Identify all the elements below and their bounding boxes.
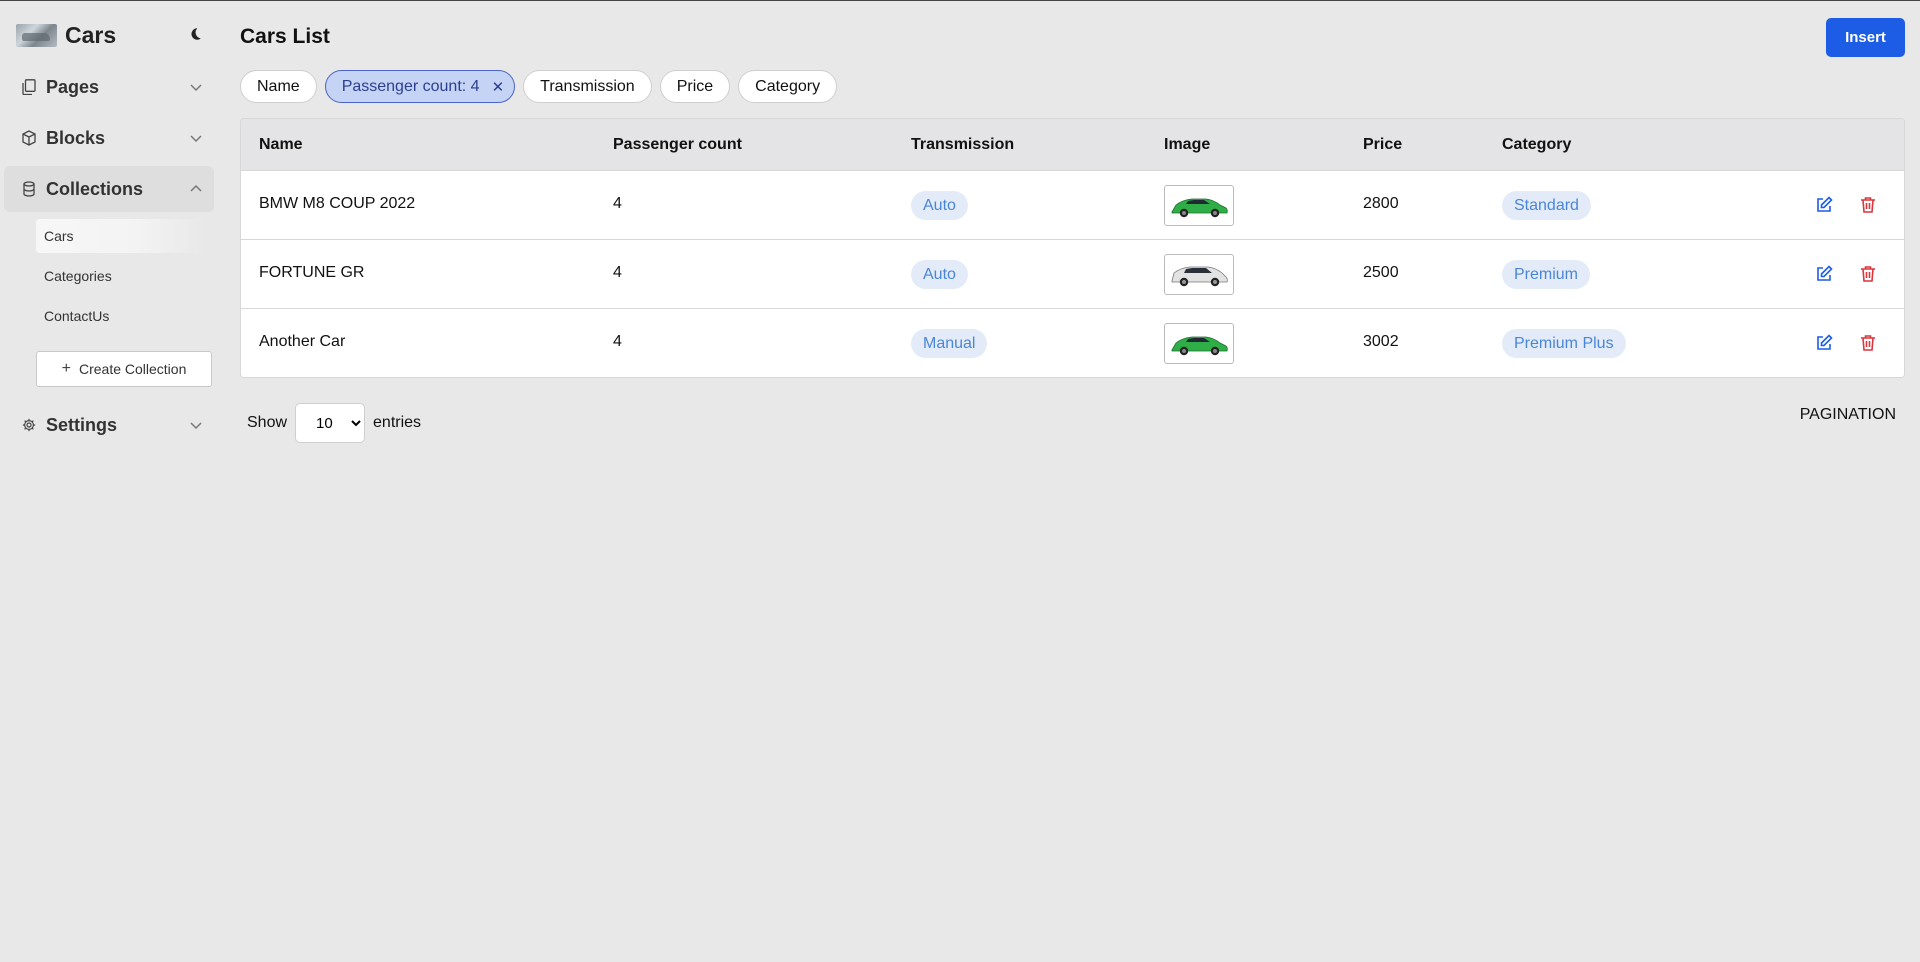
entries-label: entries [373, 414, 422, 431]
cell-name: BMW M8 COUP 2022 [259, 195, 416, 212]
car-image [1171, 198, 1228, 217]
sidebar-item-label: ContactUs [44, 308, 110, 324]
brand-title: Cars [65, 21, 117, 48]
show-label: Show [247, 414, 288, 431]
column-header-image[interactable]: Image [1164, 136, 1210, 154]
plus-icon: + [61, 360, 71, 377]
edit-icon[interactable] [1814, 195, 1834, 215]
chevron-down-icon [188, 130, 204, 146]
sidebar-item-contactus[interactable]: ContactUs [36, 299, 206, 333]
sidebar-item-label: Cars [44, 228, 74, 244]
edit-icon[interactable] [1814, 264, 1834, 284]
filter-chip-label: Transmission [540, 77, 635, 95]
trash-icon[interactable] [1858, 333, 1878, 353]
filter-chip-price[interactable]: Price [659, 70, 731, 103]
cell-name: Another Car [259, 333, 346, 350]
table-row[interactable]: BMW M8 COUP 2022 4 Auto 2800 Standard [241, 171, 1904, 240]
sidebar-section-label: Pages [46, 76, 100, 97]
cell-price: 2800 [1363, 195, 1399, 212]
moon-icon[interactable] [186, 25, 204, 43]
filter-chip-label: Price [676, 77, 714, 95]
cell-price: 3002 [1363, 333, 1399, 350]
sidebar-item-categories[interactable]: Categories [36, 259, 206, 293]
pages-icon [20, 78, 38, 96]
page-size-control: Show 10 entries [247, 403, 421, 443]
filter-chip-label: Category [755, 77, 821, 95]
trash-icon[interactable] [1858, 195, 1878, 215]
close-icon[interactable]: ✕ [492, 78, 505, 96]
sidebar-section-collections[interactable]: Collections [4, 166, 214, 212]
cars-table: Name Passenger count Transmission Image … [240, 118, 1905, 378]
filter-chip-name[interactable]: Name [240, 70, 317, 103]
cell-price: 2500 [1363, 264, 1399, 281]
chevron-down-icon [188, 417, 204, 433]
sidebar-section-label: Collections [46, 178, 144, 199]
trash-icon[interactable] [1858, 264, 1878, 284]
category-badge: Standard [1502, 191, 1591, 220]
edit-icon[interactable] [1814, 333, 1834, 353]
filter-chip-passenger-count[interactable]: Passenger count: 4 ✕ [324, 70, 516, 103]
sidebar-section-blocks[interactable]: Blocks [4, 115, 214, 161]
sidebar: Cars Pages Blocks Collections Cars Categ… [0, 1, 220, 962]
brand: Cars [16, 21, 216, 49]
sidebar-item-label: Categories [44, 268, 112, 284]
car-thumbnail[interactable] [1164, 323, 1234, 364]
table-row[interactable]: Another Car 4 Manual 3002 Premium Plus [241, 309, 1904, 377]
sidebar-section-settings[interactable]: Settings [4, 402, 214, 448]
pagination[interactable]: PAGINATION [1800, 406, 1896, 424]
insert-button[interactable]: Insert [1826, 18, 1905, 57]
car-thumbnail[interactable] [1164, 254, 1234, 295]
column-header-transmission[interactable]: Transmission [911, 136, 1014, 154]
filter-bar: Name Passenger count: 4 ✕ Transmission P… [240, 70, 838, 103]
cell-name: FORTUNE GR [259, 264, 365, 281]
sidebar-section-pages[interactable]: Pages [4, 64, 214, 110]
column-header-category[interactable]: Category [1502, 136, 1571, 154]
transmission-badge: Auto [911, 191, 968, 220]
category-badge: Premium [1502, 260, 1591, 289]
database-icon [20, 180, 38, 198]
category-badge: Premium Plus [1502, 329, 1626, 358]
chevron-down-icon [188, 79, 204, 95]
sidebar-item-cars[interactable]: Cars [36, 219, 206, 253]
column-header-name[interactable]: Name [259, 136, 303, 154]
car-image [1171, 336, 1228, 355]
transmission-badge: Auto [911, 260, 968, 289]
filter-chip-transmission[interactable]: Transmission [523, 70, 652, 103]
filter-chip-label: Passenger count: 4 [341, 77, 480, 95]
filter-chip-category[interactable]: Category [738, 70, 838, 103]
brand-logo [16, 23, 57, 47]
sidebar-section-label: Blocks [46, 127, 106, 148]
entries-select[interactable]: 10 [295, 403, 366, 443]
transmission-badge: Manual [911, 329, 988, 358]
table-row[interactable]: FORTUNE GR 4 Auto 2500 Premium [241, 240, 1904, 309]
column-header-passenger-count[interactable]: Passenger count [613, 136, 742, 154]
chevron-up-icon [188, 181, 204, 197]
cell-passengers: 4 [613, 333, 622, 350]
sidebar-section-label: Settings [46, 414, 118, 435]
cell-passengers: 4 [613, 195, 622, 212]
page-title: Cars List [240, 25, 330, 48]
column-header-price[interactable]: Price [1363, 136, 1402, 154]
cell-passengers: 4 [613, 264, 622, 281]
car-image [1171, 266, 1228, 286]
cube-icon [20, 129, 38, 147]
car-thumbnail[interactable] [1164, 185, 1234, 226]
gear-icon [20, 416, 38, 434]
create-collection-label: Create Collection [78, 361, 187, 377]
table-header: Name Passenger count Transmission Image … [241, 119, 1904, 171]
create-collection-button[interactable]: + Create Collection [36, 351, 212, 387]
filter-chip-label: Name [257, 77, 300, 95]
